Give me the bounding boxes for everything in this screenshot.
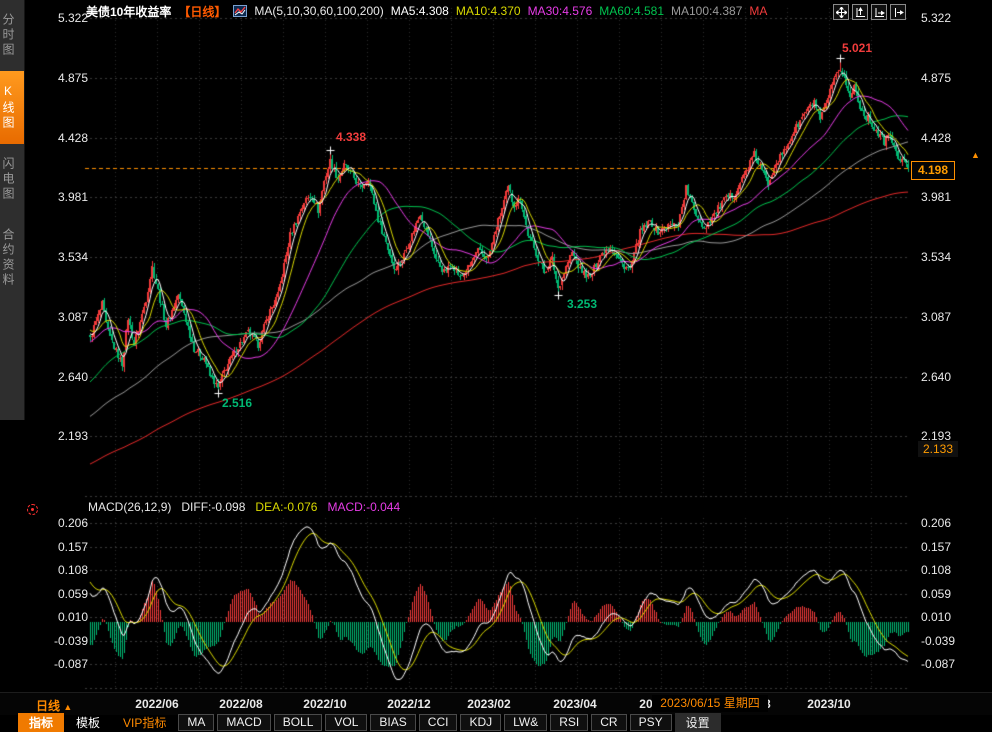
macd-axis-label: 0.157: [42, 540, 88, 554]
sidebar-item-kline-chart[interactable]: K线图: [0, 71, 24, 144]
x-axis-label: 2022/08: [219, 697, 262, 711]
macd-value: MACD:-0.044: [327, 500, 400, 514]
macd-axis-label: 0.108: [921, 563, 951, 577]
dea-value: DEA:-0.076: [255, 500, 317, 514]
indicator-ma-button[interactable]: MA: [178, 714, 214, 731]
low-price-annotation: 2.516: [222, 396, 252, 410]
sidebar-item-time-chart[interactable]: 分时图: [0, 0, 24, 71]
x-axis-label: 2022/12: [387, 697, 430, 711]
y-axis-label: 3.534: [921, 250, 951, 264]
crosshair-date-label: 2023/06/15 星期四: [652, 695, 768, 712]
x-axis-label: 2023/04: [553, 697, 596, 711]
y-axis-label: 4.428: [42, 131, 88, 145]
ma60-value: MA60:4.581: [599, 4, 664, 18]
tab-vip-indicators[interactable]: VIP指标: [112, 713, 177, 732]
y-axis-label: 2.193: [42, 429, 88, 443]
y-axis-label: 4.875: [42, 71, 88, 85]
chart-legend-bar: 美债10年收益率 【日线】 MA(5,10,30,60,100,200) MA5…: [86, 2, 767, 20]
ma200-value: MA: [749, 4, 767, 18]
left-sidebar: 分时图 K线图 闪电图 合约资料: [0, 0, 25, 420]
macd-axis-label: 0.206: [921, 516, 951, 530]
range-low-badge: 2.133: [918, 441, 958, 457]
indicator-rsi-button[interactable]: RSI: [550, 714, 588, 731]
indicator-kdj-button[interactable]: KDJ: [460, 714, 501, 731]
chevron-up-icon: ▲: [63, 702, 72, 712]
y-axis-label: 3.981: [921, 190, 951, 204]
period-dropdown[interactable]: 日线 ▲: [36, 697, 72, 714]
period-dropdown-label: 日线: [36, 699, 60, 713]
sidebar-item-contract-info[interactable]: 合约资料: [0, 215, 24, 301]
y-axis-label: 5.322: [42, 11, 88, 25]
ma100-value: MA100:4.387: [671, 4, 742, 18]
y-axis-label: 2.640: [42, 370, 88, 384]
ma10-value: MA10:4.370: [456, 4, 521, 18]
macd-axis-label: 0.059: [921, 587, 951, 601]
x-axis-label: 2022/10: [303, 697, 346, 711]
high-price-annotation: 5.021: [842, 41, 872, 55]
macd-marker-icon[interactable]: [27, 504, 38, 515]
indicator-boll-button[interactable]: BOLL: [274, 714, 323, 731]
ma-caption: MA(5,10,30,60,100,200): [254, 4, 383, 18]
symbol-title: 美债10年收益率: [86, 3, 171, 20]
macd-axis-label: -0.039: [921, 634, 955, 648]
price-arrow-icon: ▲: [971, 150, 980, 160]
macd-axis-label: 0.010: [42, 610, 88, 624]
low-price-annotation: 3.253: [567, 297, 597, 311]
axis-up-icon[interactable]: [852, 4, 868, 20]
macd-caption: MACD(26,12,9): [88, 500, 171, 514]
shift-right-icon[interactable]: [890, 4, 906, 20]
tab-indicators[interactable]: 指标: [18, 713, 64, 732]
y-axis-label: 4.875: [921, 71, 951, 85]
macd-axis-label: 0.108: [42, 563, 88, 577]
macd-axis-label: 0.010: [921, 610, 951, 624]
ma30-value: MA30:4.576: [528, 4, 593, 18]
ma5-value: MA5:4.308: [391, 4, 449, 18]
macd-axis-label: -0.087: [921, 657, 955, 671]
macd-axis-label: 0.157: [921, 540, 951, 554]
x-axis-label: 2023/10: [807, 697, 850, 711]
indicator-psy-button[interactable]: PSY: [630, 714, 672, 731]
chart-control-buttons: [833, 4, 906, 20]
y-axis-label: 3.534: [42, 250, 88, 264]
indicator-vol-button[interactable]: VOL: [325, 714, 367, 731]
macd-axis-label: 0.059: [42, 587, 88, 601]
y-axis-label: 5.322: [921, 11, 951, 25]
sidebar-item-flash-chart[interactable]: 闪电图: [0, 144, 24, 215]
diff-value: DIFF:-0.098: [181, 500, 245, 514]
macd-axis-label: 0.206: [42, 516, 88, 530]
indicator-cr-button[interactable]: CR: [591, 714, 626, 731]
period-tag: 【日线】: [178, 3, 226, 20]
move-icon[interactable]: [833, 4, 849, 20]
x-axis-label: 2022/06: [135, 697, 178, 711]
candlestick-chart-icon: [233, 5, 247, 17]
y-axis-label: 3.087: [42, 310, 88, 324]
indicator-toolbar: 指标 模板 VIP指标 MA MACD BOLL VOL BIAS CCI KD…: [18, 713, 722, 732]
settings-button[interactable]: 设置: [675, 713, 721, 732]
high-price-annotation: 4.338: [336, 130, 366, 144]
macd-legend: MACD(26,12,9) DIFF:-0.098 DEA:-0.076 MAC…: [88, 500, 400, 514]
x-axis-label: 2023/02: [467, 697, 510, 711]
price-chart-canvas[interactable]: [0, 0, 992, 732]
axis-right-icon[interactable]: [871, 4, 887, 20]
y-axis-label: 2.640: [921, 370, 951, 384]
indicator-lw-button[interactable]: LW&: [504, 714, 547, 731]
indicator-cci-button[interactable]: CCI: [419, 714, 458, 731]
y-axis-label: 3.087: [921, 310, 951, 324]
tab-templates[interactable]: 模板: [65, 713, 111, 732]
macd-axis-label: -0.039: [42, 634, 88, 648]
indicator-macd-button[interactable]: MACD: [217, 714, 270, 731]
y-axis-label: 3.981: [42, 190, 88, 204]
indicator-bias-button[interactable]: BIAS: [370, 714, 415, 731]
y-axis-label: 4.428: [921, 131, 951, 145]
macd-axis-label: -0.087: [42, 657, 88, 671]
current-price-badge: 4.198: [911, 161, 955, 180]
